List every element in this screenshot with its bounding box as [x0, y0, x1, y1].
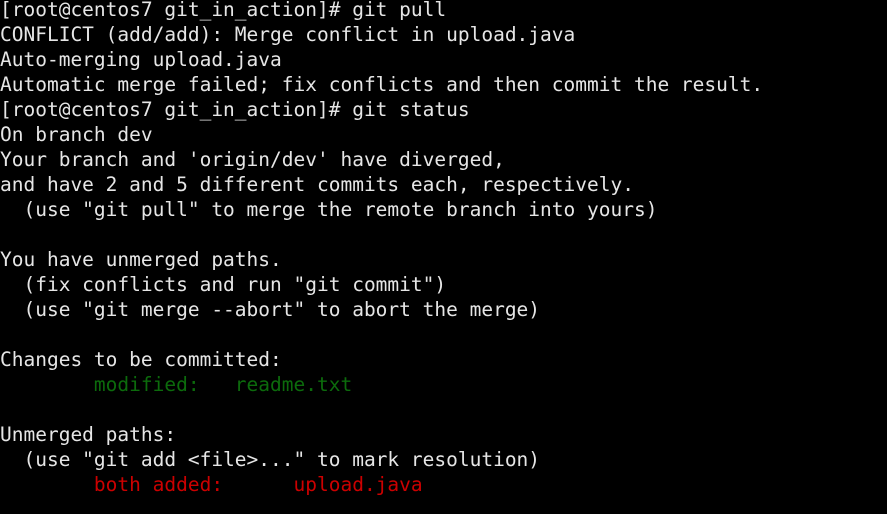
- terminal-line-output: Your branch and 'origin/dev' have diverg…: [0, 147, 887, 172]
- terminal-line-command: [root@centos7 git_in_action]# git pull: [0, 0, 887, 22]
- terminal-line-file-status: both added: upload.java: [0, 472, 887, 497]
- terminal-line-output: Auto-merging upload.java: [0, 47, 887, 72]
- terminal-window[interactable]: [root@centos7 git_in_action]# git pull CO…: [0, 0, 887, 514]
- terminal-line-hint: (use "git pull" to merge the remote bran…: [0, 197, 887, 222]
- terminal-text-default: Changes to be committed:: [0, 348, 282, 371]
- terminal-text-green: modified: readme.txt: [0, 373, 353, 396]
- terminal-line-output: CONFLICT (add/add): Merge conflict in up…: [0, 22, 887, 47]
- terminal-text-default: (use "git add <file>..." to mark resolut…: [0, 448, 541, 471]
- terminal-text-default: CONFLICT (add/add): Merge conflict in up…: [0, 23, 576, 46]
- terminal-text-red: both added: upload.java: [0, 473, 423, 496]
- terminal-screen[interactable]: [root@centos7 git_in_action]# git pull CO…: [0, 0, 887, 497]
- terminal-line-output: On branch dev: [0, 122, 887, 147]
- terminal-text-default: (fix conflicts and run "git commit"): [0, 273, 447, 296]
- terminal-line-output: You have unmerged paths.: [0, 247, 887, 272]
- terminal-line-hint: (use "git add <file>..." to mark resolut…: [0, 447, 887, 472]
- terminal-text-default: [root@centos7 git_in_action]# git pull: [0, 0, 447, 21]
- terminal-line-file-status: modified: readme.txt: [0, 372, 887, 397]
- terminal-text-default: You have unmerged paths.: [0, 248, 282, 271]
- terminal-text-default: [root@centos7 git_in_action]# git status: [0, 98, 470, 121]
- terminal-text-default: (use "git merge --abort" to abort the me…: [0, 298, 541, 321]
- terminal-text-default: Unmerged paths:: [0, 423, 177, 446]
- terminal-text-default: Automatic merge failed; fix conflicts an…: [0, 73, 764, 96]
- terminal-text-default: On branch dev: [0, 123, 153, 146]
- terminal-line-output: and have 2 and 5 different commits each,…: [0, 172, 887, 197]
- terminal-text-default: Auto-merging upload.java: [0, 48, 282, 71]
- terminal-line-output: Automatic merge failed; fix conflicts an…: [0, 72, 887, 97]
- terminal-line-section-header: Unmerged paths:: [0, 422, 887, 447]
- terminal-text-default: (use "git pull" to merge the remote bran…: [0, 198, 658, 221]
- terminal-line-hint: (fix conflicts and run "git commit"): [0, 272, 887, 297]
- terminal-line-section-header: Changes to be committed:: [0, 347, 887, 372]
- terminal-text-default: Your branch and 'origin/dev' have diverg…: [0, 148, 505, 171]
- terminal-text-default: and have 2 and 5 different commits each,…: [0, 173, 634, 196]
- terminal-line-command: [root@centos7 git_in_action]# git status: [0, 97, 887, 122]
- terminal-line-hint: (use "git merge --abort" to abort the me…: [0, 297, 887, 322]
